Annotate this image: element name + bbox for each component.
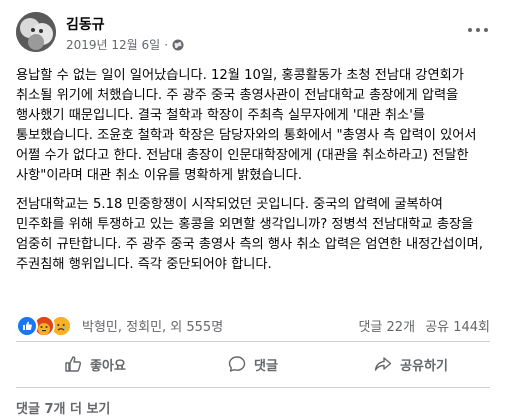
facebook-post: 김동규 2019년 12월 6일 · 용납할 수 없는 일이 일어났습니다. 1… (0, 0, 506, 418)
share-count[interactable]: 공유 144회 (425, 320, 490, 335)
comment-count[interactable]: 댓글 22개 (358, 320, 415, 335)
share-label: 공유하기 (400, 358, 448, 374)
post-paragraph: 전남대학교는 5.18 민중항쟁이 시작되었던 곳입니다. 중국의 압력에 굴복… (16, 197, 483, 272)
action-bar: 좋아요 댓글 공유하기 (16, 344, 490, 384)
like-button[interactable]: 좋아요 (16, 344, 174, 384)
comment-label: 댓글 (254, 358, 278, 374)
post-meta: 2019년 12월 6일 · (66, 36, 184, 53)
engagement-counts: 댓글 22개 공유 144회 (352, 316, 490, 335)
comment-icon (228, 356, 246, 372)
author-avatar[interactable] (16, 12, 56, 52)
comment-button[interactable]: 댓글 (174, 344, 332, 384)
post-body: 용납할 수 없는 일이 일어났습니다. 12월 10일, 홍콩활동가 초청 전남… (16, 66, 492, 284)
like-label: 좋아요 (90, 358, 126, 374)
meta-separator: · (164, 37, 169, 52)
author-name[interactable]: 김동규 (66, 14, 105, 34)
share-icon (374, 357, 392, 371)
post-paragraph: 용납할 수 없는 일이 일어났습니다. 12월 10일, 홍콩활동가 초청 전남… (16, 68, 477, 183)
post-date[interactable]: 2019년 12월 6일 (66, 36, 160, 53)
like-reaction-icon (16, 315, 38, 337)
globe-icon[interactable] (172, 39, 184, 51)
divider (16, 341, 490, 342)
reaction-icons[interactable] (16, 315, 72, 337)
reaction-count[interactable]: 박형민, 정회민, 외 555명 (82, 316, 223, 335)
view-more-comments-link[interactable]: 댓글 7개 더 보기 (16, 398, 110, 417)
share-button[interactable]: 공유하기 (332, 344, 490, 384)
more-options-icon[interactable] (466, 22, 490, 38)
thumbs-up-icon (65, 356, 82, 372)
post-header: 김동규 2019년 12월 6일 · (0, 0, 506, 60)
post-stats: 박형민, 정회민, 외 555명 댓글 22개 공유 144회 (0, 313, 506, 337)
divider (16, 387, 490, 388)
